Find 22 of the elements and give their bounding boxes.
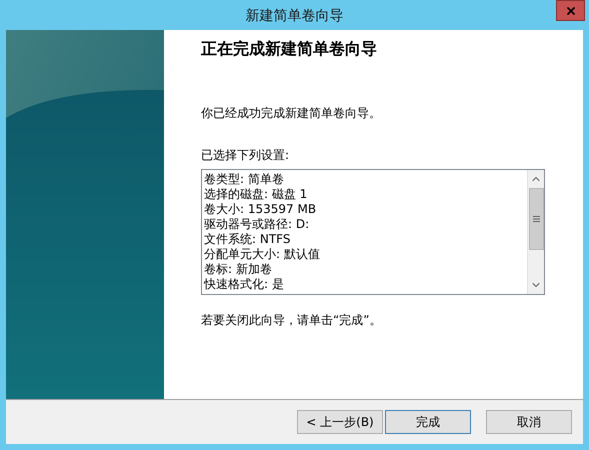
completion-message: 你已经成功完成新建简单卷向导。	[201, 105, 382, 122]
setting-line: 卷大小: 153597 MB	[204, 202, 318, 217]
setting-line: 分配单元大小: 默认值	[204, 247, 321, 262]
instruction-text: 若要关闭此向导，请单击“完成”。	[201, 312, 382, 329]
grip-icon	[532, 216, 540, 222]
setting-line: 选择的磁盘: 磁盘 1	[204, 187, 308, 202]
wizard-button[interactable]: 完成	[385, 410, 471, 434]
setting-line: 驱动器号或路径: D:	[204, 217, 310, 232]
wizard-heading: 正在完成新建简单卷向导	[201, 38, 378, 60]
settings-list[interactable]: 卷类型: 简单卷 选择的磁盘: 磁盘 1 卷大小: 153597 MB 驱动器号或路径: D: 文件系统: NTFS 分配单元大小: 默认值 卷标: 新加卷 快速格式化: 是	[201, 169, 545, 295]
wizard-button[interactable]: < 上一步(B)	[297, 410, 383, 434]
setting-line: 卷标: 新加卷	[204, 262, 273, 277]
close-button[interactable]	[556, 0, 585, 21]
close-icon	[564, 4, 576, 16]
setting-line: 文件系统: NTFS	[204, 232, 292, 247]
scrollbar[interactable]	[527, 170, 544, 294]
scroll-thumb[interactable]	[528, 188, 544, 250]
settings-label: 已选择下列设置:	[201, 147, 290, 164]
setting-line: 快速格式化: 是	[204, 277, 285, 292]
wizard-button[interactable]: 取消	[486, 410, 572, 434]
setting-line: 卷类型: 简单卷	[204, 172, 285, 187]
window-title: 新建简单卷向导	[246, 7, 344, 26]
